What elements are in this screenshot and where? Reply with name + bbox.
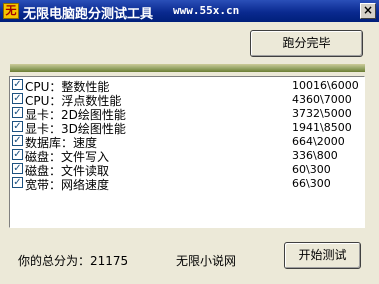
test-score: 10016\6000 [292, 79, 359, 92]
test-score: 4360\7000 [292, 93, 352, 106]
check-icon[interactable]: ✓ [12, 79, 23, 90]
title-bar: 无 无限电脑跑分测试工具 www.55x.cn × [0, 0, 379, 22]
test-row[interactable]: ✓ CPU：浮点数性能 4360\7000 [12, 93, 362, 108]
test-row[interactable]: ✓ CPU：整数性能 10016\6000 [12, 79, 362, 94]
app-icon: 无 [3, 3, 19, 19]
test-score: 66\300 [292, 177, 331, 190]
check-icon[interactable]: ✓ [12, 107, 23, 118]
check-icon[interactable]: ✓ [12, 163, 23, 174]
test-score: 664\2000 [292, 135, 345, 148]
test-row[interactable]: ✓ 显卡：2D绘图性能 3732\5000 [12, 107, 362, 122]
total-score: 你的总分为：21175 [18, 254, 129, 268]
check-icon[interactable]: ✓ [12, 135, 23, 146]
progress-stripe [10, 64, 365, 72]
test-score: 336\800 [292, 149, 338, 162]
test-list: ✓ CPU：整数性能 10016\6000 ✓ CPU：浮点数性能 4360\7… [9, 76, 365, 228]
benchmark-complete-button[interactable]: 跑分完毕 [250, 30, 363, 57]
check-icon[interactable]: ✓ [12, 177, 23, 188]
check-icon[interactable]: ✓ [12, 93, 23, 104]
window-title: 无限电脑跑分测试工具 [23, 7, 154, 22]
test-label: 宽带：网络速度 [25, 178, 110, 192]
test-row[interactable]: ✓ 磁盘：文件读取 60\300 [12, 163, 362, 178]
test-score: 60\300 [292, 163, 331, 176]
check-icon[interactable]: ✓ [12, 121, 23, 132]
test-row[interactable]: ✓ 显卡：3D绘图性能 1941\8500 [12, 121, 362, 136]
test-score: 3732\5000 [292, 107, 352, 120]
start-test-button[interactable]: 开始测试 [284, 242, 361, 269]
close-icon[interactable]: × [360, 3, 376, 19]
site-name: 无限小说网 [176, 254, 237, 268]
test-row[interactable]: ✓ 数据库：速度 664\2000 [12, 135, 362, 150]
window-url: www.55x.cn [173, 4, 240, 17]
test-row[interactable]: ✓ 磁盘：文件写入 336\800 [12, 149, 362, 164]
test-row[interactable]: ✓ 宽带：网络速度 66\300 [12, 177, 362, 192]
test-score: 1941\8500 [292, 121, 352, 134]
check-icon[interactable]: ✓ [12, 149, 23, 160]
